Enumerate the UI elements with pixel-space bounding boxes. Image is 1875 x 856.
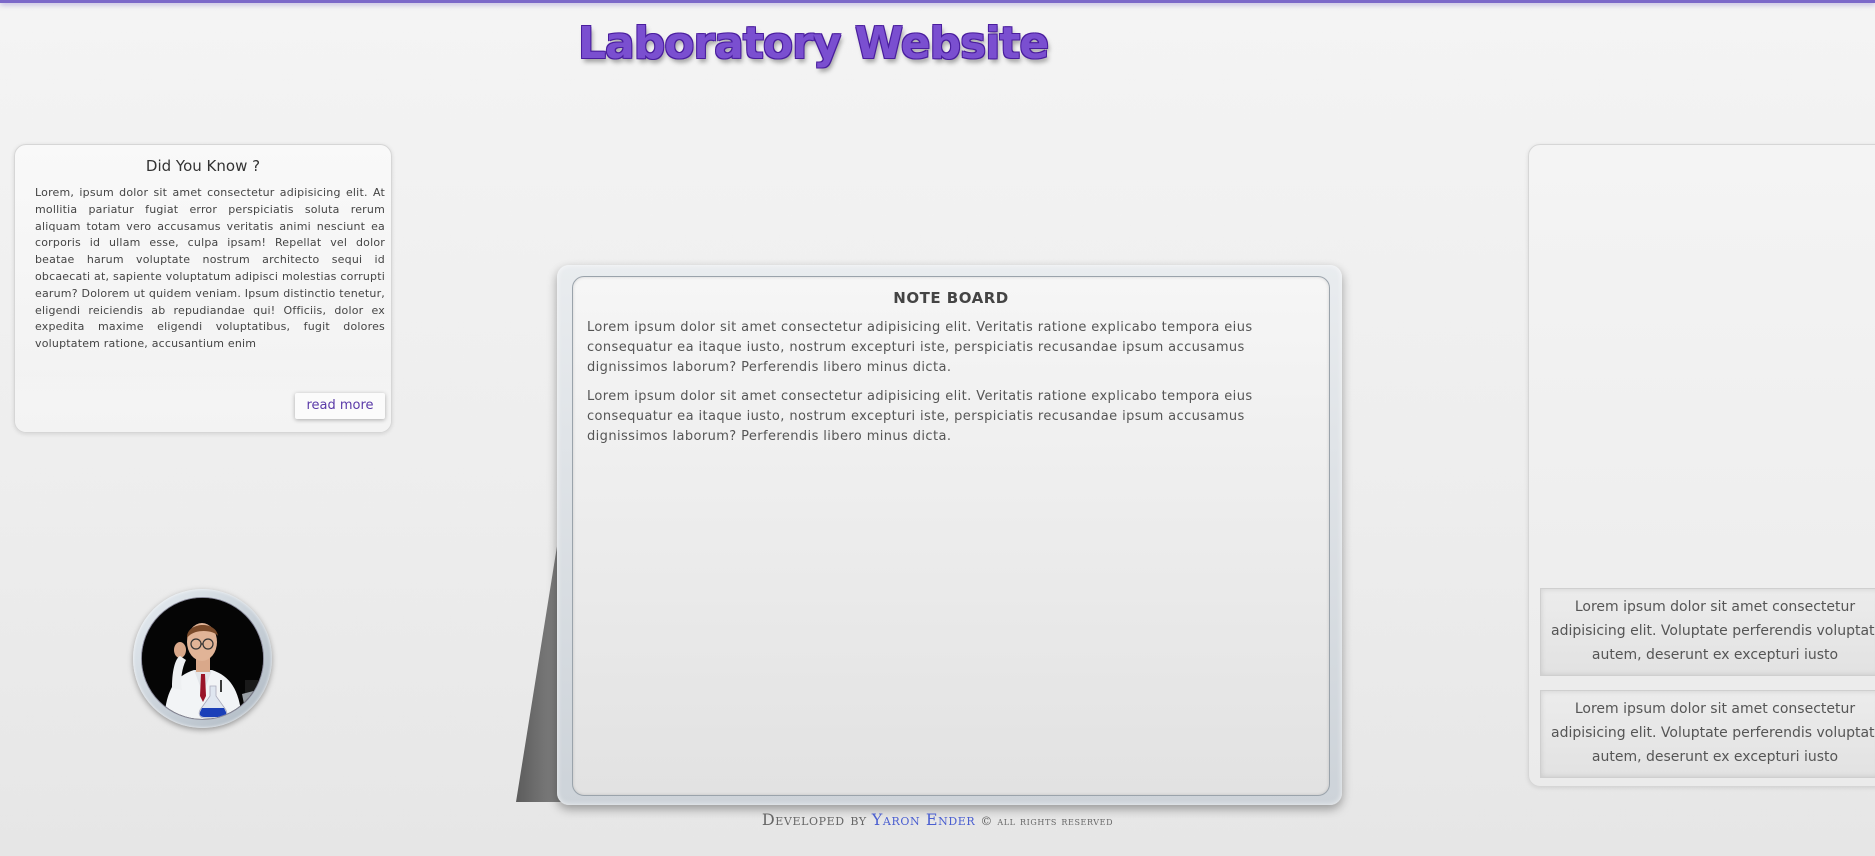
scientist-photo [141, 597, 264, 720]
scientist-illustration [142, 598, 263, 719]
side-note-line: autem, deserunt ex excepturi iusto [1591, 647, 1839, 663]
footer: Developed by Yaron Ender © all rights re… [0, 810, 1875, 829]
did-you-know-title: Did You Know ? [145, 157, 261, 175]
note-board-title: NOTE BOARD [893, 289, 1009, 307]
note-board-paragraph: Lorem ipsum dolor sit amet consectetur a… [587, 320, 1253, 375]
scientist-avatar [133, 589, 272, 728]
side-note-line: adipisicing elit. Voluptate perferendis … [1551, 623, 1875, 639]
note-board-paragraph: Lorem ipsum dolor sit amet consectetur a… [587, 389, 1253, 444]
side-note: Lorem ipsum dolor sit amet consectetur a… [1540, 690, 1875, 778]
footer-developed-by: Developed by [761, 810, 867, 829]
side-note-line: Lorem ipsum dolor sit amet consectetur [1574, 701, 1856, 717]
side-note: Lorem ipsum dolor sit amet consectetur a… [1540, 588, 1875, 676]
footer-author-link[interactable]: Yaron Ender [872, 810, 976, 829]
footer-rights: © all rights reserved [980, 814, 1114, 828]
site-title: Laboratory Website [578, 18, 1049, 69]
side-note-line: Lorem ipsum dolor sit amet consectetur [1574, 599, 1856, 615]
side-note-line: adipisicing elit. Voluptate perferendis … [1551, 725, 1875, 741]
did-you-know-card: Did You Know ? Lorem, ipsum dolor sit am… [14, 144, 392, 433]
note-board: NOTE BOARD Lorem ipsum dolor sit amet co… [572, 276, 1330, 796]
side-note-line: autem, deserunt ex excepturi iusto [1591, 749, 1839, 765]
top-accent-bar [0, 0, 1875, 3]
read-more-button[interactable]: read more [295, 393, 385, 419]
